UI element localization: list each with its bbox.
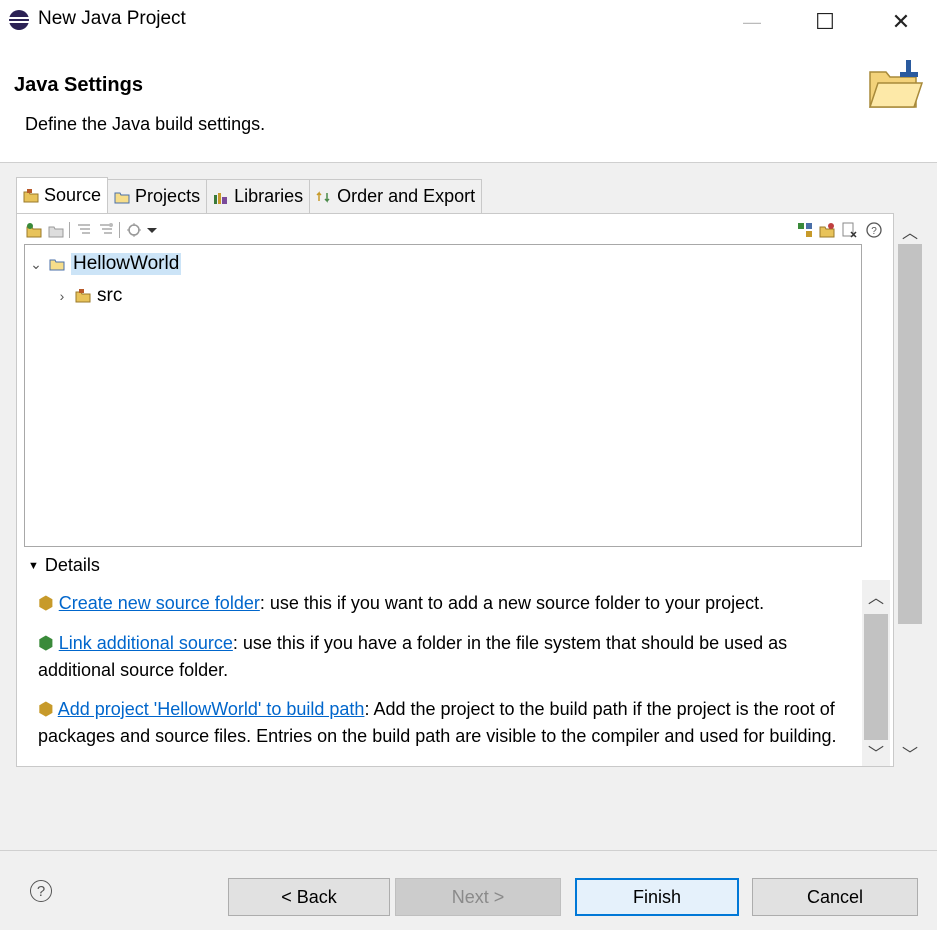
footer-divider (0, 850, 937, 851)
tree-item-label: HellowWorld (71, 253, 182, 275)
details-toggle[interactable]: ▼ Details (28, 555, 100, 576)
tree-item-project[interactable]: ⌄ HellowWorld (29, 251, 182, 277)
source-tree: ⌄ HellowWorld › src (24, 244, 862, 547)
tab-label: Projects (135, 186, 201, 206)
projects-icon (114, 192, 130, 203)
inclusion-filter-icon[interactable] (75, 221, 93, 239)
tree-item-src[interactable]: › src (55, 283, 123, 309)
tab-label: Order and Export (337, 186, 476, 206)
cancel-button[interactable]: Cancel (752, 878, 918, 916)
project-folder-icon (49, 259, 65, 271)
new-folder-icon: ⬢ (38, 593, 54, 613)
scroll-up-icon[interactable]: ︿ (864, 584, 888, 608)
add-project-icon: ⬢ (38, 699, 54, 719)
order-export-icon (316, 190, 330, 203)
page-title: Java Settings (14, 74, 143, 96)
panel-scrollbar-thumb[interactable] (898, 244, 922, 624)
link-additional-source-link[interactable]: Link additional source (59, 633, 233, 653)
source-toolbar: ? (25, 221, 895, 243)
help-button[interactable]: ? (30, 880, 52, 902)
exclusion-filter-icon[interactable] (97, 221, 115, 239)
details-item: ⬢ Create new source folder: use this if … (38, 590, 838, 617)
tab-order-export[interactable]: Order and Export (309, 179, 483, 213)
window-title: New Java Project (38, 8, 186, 29)
chevron-right-icon[interactable]: › (55, 288, 69, 304)
minimize-button[interactable]: — (717, 0, 787, 44)
scroll-down-icon[interactable]: ﹀ (898, 741, 922, 765)
dropdown-arrow-icon[interactable] (145, 221, 159, 239)
details-area: ⬢ Create new source folder: use this if … (28, 580, 862, 766)
help-circle-icon[interactable]: ? (865, 221, 883, 239)
details-item: ⬢ Add project 'HellowWorld' to build pat… (38, 696, 838, 750)
source-folder-icon (23, 188, 39, 202)
tab-projects[interactable]: Projects (107, 179, 208, 213)
chevron-down-icon[interactable]: ⌄ (29, 256, 43, 273)
scroll-down-icon[interactable]: ﹀ (864, 740, 888, 764)
scroll-up-icon[interactable]: ︿ (898, 219, 922, 243)
tab-bar: Source Projects Libraries Order and Expo… (16, 177, 483, 213)
toolbar-separator (119, 222, 120, 238)
new-source-folder-icon[interactable] (818, 221, 836, 239)
eclipse-icon (9, 10, 29, 30)
maximize-button[interactable]: ☐ (790, 0, 860, 44)
tab-label: Libraries (234, 186, 304, 206)
close-button[interactable]: ✕ (866, 0, 936, 44)
create-source-folder-link[interactable]: Create new source folder (59, 593, 260, 613)
remove-entry-icon[interactable] (840, 221, 858, 239)
configure-output-icon[interactable] (125, 221, 143, 239)
folder-wizard-icon (868, 60, 924, 108)
finish-button[interactable]: Finish (575, 878, 739, 916)
back-button[interactable]: < Back (228, 878, 390, 916)
svg-text:?: ? (871, 226, 877, 237)
add-source-folder-icon[interactable] (25, 221, 43, 239)
libraries-icon (214, 192, 228, 204)
link-source-icon: ⬢ (38, 633, 54, 653)
toolbar-separator (69, 222, 70, 238)
remove-source-folder-icon[interactable] (47, 221, 65, 239)
details-text: : use this if you want to add a new sour… (259, 593, 765, 613)
tab-label: Source (44, 185, 102, 205)
details-scrollbar-thumb[interactable] (864, 614, 888, 740)
source-folder-icon (75, 289, 91, 303)
page-description: Define the Java build settings. (25, 114, 266, 134)
tab-source[interactable]: Source (16, 177, 109, 213)
tree-item-label: src (97, 285, 123, 306)
add-project-build-path-link[interactable]: Add project 'HellowWorld' to build path (58, 699, 365, 719)
details-item: ⬢ Link additional source: use this if yo… (38, 630, 838, 684)
details-label: Details (44, 555, 100, 575)
tab-libraries[interactable]: Libraries (206, 179, 311, 213)
wizard-header: Java Settings Define the Java build sett… (0, 44, 937, 163)
caret-down-icon: ▼ (28, 559, 39, 572)
link-source-icon[interactable] (796, 221, 814, 239)
next-button[interactable]: Next > (395, 878, 561, 916)
